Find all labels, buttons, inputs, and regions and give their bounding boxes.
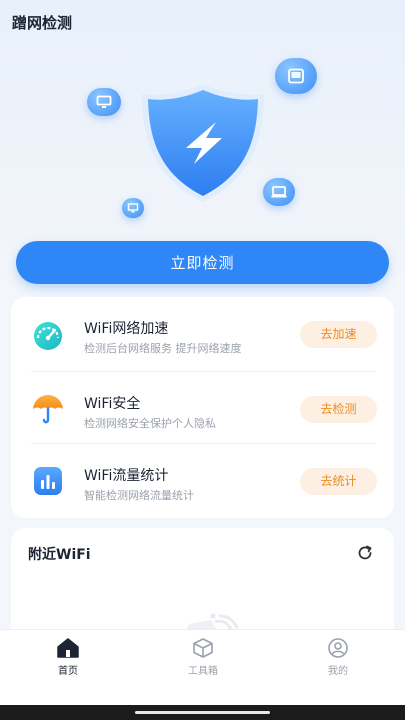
tab-profile[interactable]: 我的	[308, 638, 368, 682]
feature-row-speedup[interactable]: WiFi网络加速 检测后台网络服务 提升网络速度 去加速	[11, 297, 394, 369]
speedometer-icon	[34, 322, 62, 350]
home-gesture-handle[interactable]	[135, 711, 270, 714]
tab-label: 工具箱	[188, 666, 218, 677]
shield-bolt-icon	[142, 84, 264, 202]
tab-label: 我的	[328, 666, 348, 677]
feature-card: WiFi网络加速 检测后台网络服务 提升网络速度 去加速 WiFi安全 检测网络…	[11, 297, 394, 518]
feature-row-traffic[interactable]: WiFi流量统计 智能检测网络流量统计 去统计	[11, 444, 394, 516]
tablet-icon	[275, 58, 317, 94]
speedup-button[interactable]: 去加速	[300, 321, 377, 348]
traffic-stats-button[interactable]: 去统计	[300, 468, 377, 495]
app-title: 蹭网检测	[12, 14, 73, 32]
profile-icon	[328, 638, 348, 658]
hero-illustration	[0, 50, 405, 230]
bottom-tab-bar: 首页 工具箱 我的	[0, 629, 405, 706]
refresh-icon[interactable]	[357, 545, 373, 561]
nearby-wifi-card: 附近WiFi	[11, 528, 394, 640]
feature-row-security[interactable]: WiFi安全 检测网络安全保护个人隐私 去检测	[11, 372, 394, 444]
bar-chart-icon	[34, 467, 62, 495]
feature-description: 检测后台网络服务 提升网络速度	[84, 342, 242, 355]
system-navigation-bar	[0, 705, 405, 720]
feature-description: 智能检测网络流量统计	[84, 489, 194, 502]
toolbox-icon	[193, 638, 213, 658]
home-icon	[57, 638, 79, 658]
feature-title: WiFi安全	[84, 396, 141, 412]
nearby-wifi-title: 附近WiFi	[28, 547, 91, 563]
umbrella-icon	[33, 395, 63, 424]
monitor-icon	[87, 88, 121, 116]
start-check-button[interactable]: 立即检测	[16, 241, 389, 284]
tab-toolbox[interactable]: 工具箱	[173, 638, 233, 682]
feature-title: WiFi网络加速	[84, 321, 169, 337]
security-check-button[interactable]: 去检测	[300, 396, 377, 423]
feature-title: WiFi流量统计	[84, 468, 169, 484]
tab-label: 首页	[58, 666, 78, 677]
feature-description: 检测网络安全保护个人隐私	[84, 417, 216, 430]
tab-home[interactable]: 首页	[38, 638, 98, 682]
